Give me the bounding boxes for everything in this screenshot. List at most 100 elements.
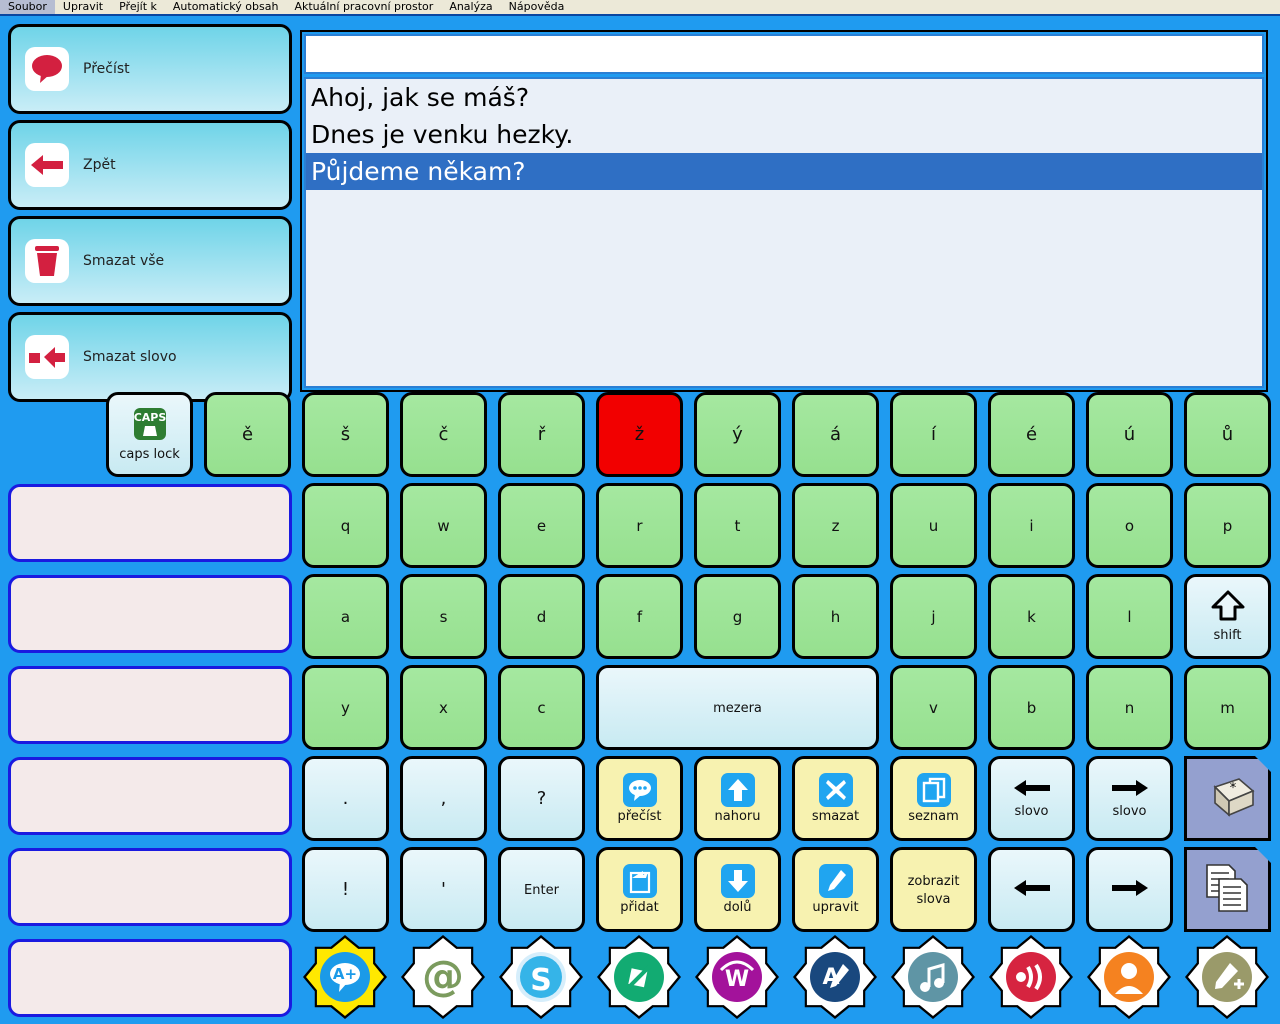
key-period[interactable]: . [302,756,389,841]
key-smazat[interactable]: smazat [792,756,879,841]
app-button-wordweb[interactable]: W [695,935,779,1019]
list-item[interactable]: Půjdeme někam? [306,153,1262,190]
key-m[interactable]: m [1184,665,1271,750]
app-button-speaker[interactable] [989,935,1073,1019]
key-label: m [1220,698,1235,717]
key-k[interactable]: k [988,574,1075,659]
sidebar-button-smazat-vse[interactable]: Smazat vše [8,216,292,306]
sidebar-button-zpet[interactable]: Zpět [8,120,292,210]
key-v[interactable]: v [890,665,977,750]
key-h[interactable]: h [792,574,879,659]
sidebar-empty-slot[interactable] [8,939,292,1017]
key-y[interactable]: y [302,665,389,750]
key-n[interactable]: n [1086,665,1173,750]
key-nahoru[interactable]: nahoru [694,756,781,841]
key-r[interactable]: r [596,483,683,568]
key-documents[interactable] [1184,847,1271,932]
key-pridat[interactable]: přidat [596,847,683,932]
app-button-tools[interactable] [1185,935,1269,1019]
key-e[interactable]: e [498,483,585,568]
text-entry-field[interactable] [304,34,1264,74]
key-z-caron[interactable]: ž [596,392,683,477]
sidebar-button-precist[interactable]: Přečíst [8,24,292,114]
list-item[interactable]: Ahoj, jak se máš? [306,79,1262,116]
sidebar-empty-slot[interactable] [8,848,292,926]
key-label: i [1029,516,1034,535]
key-zobrazit-slova[interactable]: zobrazit slova [890,847,977,932]
key-u-ring[interactable]: ů [1184,392,1271,477]
key-question-mark[interactable]: ? [498,756,585,841]
key-exclamation[interactable]: ! [302,847,389,932]
key-u[interactable]: u [890,483,977,568]
key-w[interactable]: w [400,483,487,568]
key-t[interactable]: t [694,483,781,568]
sidebar-empty-slot[interactable] [8,757,292,835]
app-button-a-plus-chat[interactable]: A+ [303,935,387,1019]
key-label: o [1124,516,1135,535]
key-o[interactable]: o [1086,483,1173,568]
app-button-a-pencil[interactable]: A [793,935,877,1019]
key-p[interactable]: p [1184,483,1271,568]
sidebar-empty-slot[interactable] [8,666,292,744]
key-z[interactable]: z [792,483,879,568]
key-s-caron[interactable]: š [302,392,389,477]
key-comma[interactable]: , [400,756,487,841]
key-f[interactable]: f [596,574,683,659]
key-enter[interactable]: Enter [498,847,585,932]
key-x[interactable]: x [400,665,487,750]
key-upravit[interactable]: upravit [792,847,879,932]
key-i[interactable]: i [988,483,1075,568]
key-c[interactable]: c [498,665,585,750]
app-button-music[interactable] [891,935,975,1019]
sidebar-button-smazat-slovo[interactable]: Smazat slovo [8,312,292,402]
sidebar-empty-slot[interactable] [8,575,292,653]
speech-bubble-icon [25,47,69,91]
key-q[interactable]: q [302,483,389,568]
menu-item-napoveda[interactable]: Nápověda [501,0,573,14]
key-i-acute[interactable]: í [890,392,977,477]
list-item[interactable]: Dnes je venku hezky. [306,116,1262,153]
key-y-acute[interactable]: ý [694,392,781,477]
key-r-caron[interactable]: ř [498,392,585,477]
key-dolu[interactable]: dolů [694,847,781,932]
key-shift[interactable]: shift [1184,574,1271,659]
key-precist[interactable]: přečíst [596,756,683,841]
sidebar-button-label: Zpět [83,157,116,173]
key-apostrophe[interactable]: ' [400,847,487,932]
menu-item-analyza[interactable]: Analýza [441,0,500,14]
menu-item-automaticky-obsah[interactable]: Automatický obsah [165,0,287,14]
key-label: l [1127,607,1132,626]
app-button-media[interactable] [597,935,681,1019]
key-j[interactable]: j [890,574,977,659]
key-s[interactable]: s [400,574,487,659]
key-seznam[interactable]: seznam [890,756,977,841]
key-a[interactable]: a [302,574,389,659]
menu-item-upravit[interactable]: Upravit [55,0,111,14]
key-b[interactable]: b [988,665,1075,750]
sidebar-empty-slot[interactable] [8,484,292,562]
key-e-acute[interactable]: é [988,392,1075,477]
key-label: ' [441,879,446,900]
key-a-acute[interactable]: á [792,392,879,477]
key-word-right[interactable]: slovo [1086,756,1173,841]
sentence-list[interactable]: Ahoj, jak se máš? Dnes je venku hezky. P… [304,77,1264,388]
key-l[interactable]: l [1086,574,1173,659]
app-button-user[interactable] [1087,935,1171,1019]
key-u-acute[interactable]: ú [1086,392,1173,477]
key-space[interactable]: mezera [596,665,879,750]
pencil-icon [818,864,853,898]
menu-item-aktualni-pracovni-prostor[interactable]: Aktuální pracovní prostor [286,0,441,14]
key-keycap-star[interactable]: * [1184,756,1271,841]
key-d[interactable]: d [498,574,585,659]
menu-item-prejit-k[interactable]: Přejít k [111,0,165,14]
key-char-left[interactable] [988,847,1075,932]
key-g[interactable]: g [694,574,781,659]
app-button-skype[interactable]: S [499,935,583,1019]
key-c-caron[interactable]: č [400,392,487,477]
app-button-email[interactable]: @ [401,935,485,1019]
key-caps-lock[interactable]: CAPS caps lock [106,392,193,477]
key-char-right[interactable] [1086,847,1173,932]
menu-item-soubor[interactable]: Soubor [0,0,55,14]
key-e-caron[interactable]: ě [204,392,291,477]
key-word-left[interactable]: slovo [988,756,1075,841]
